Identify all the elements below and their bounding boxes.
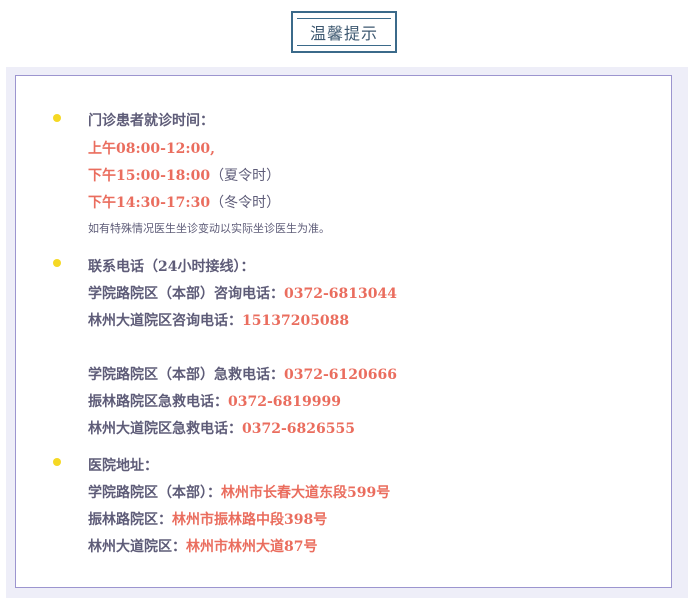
hours-summer-value: 下午15:00-18:00 <box>88 168 211 184</box>
address-label: 学院路院区（本部）： <box>88 485 221 501</box>
title-box: 温馨提示 <box>291 11 397 53</box>
hours-line-morning: 上午08:00-12:00, <box>88 138 215 158</box>
phone-label: 学院路院区（本部）急救电话： <box>88 367 284 383</box>
phone-row: 振林路院区急救电话：0372-6819999 <box>88 391 341 411</box>
phone-number: 0372-6813044 <box>284 286 397 302</box>
hours-line-summer: 下午15:00-18:00（夏令时） <box>88 165 280 185</box>
phone-number: 0372-6819999 <box>228 394 341 410</box>
bullet-dot <box>53 114 61 122</box>
phone-row: 林州大道院区咨询电话：15137205088 <box>88 310 349 330</box>
address-row: 振林路院区：林州市振林路中段398号 <box>88 509 327 529</box>
phone-label: 林州大道院区急救电话： <box>88 421 242 437</box>
phone-heading: 联系电话（24小时接线）： <box>88 259 255 275</box>
phone-number: 0372-6826555 <box>242 421 355 437</box>
phone-row: 林州大道院区急救电话：0372-6826555 <box>88 418 355 438</box>
phone-row: 学院路院区（本部）急救电话：0372-6120666 <box>88 364 397 384</box>
address-label: 振林路院区： <box>88 512 172 528</box>
hours-winter-suffix: （冬令时） <box>210 195 281 211</box>
address-value: 林州市林州大道87号 <box>186 539 318 555</box>
phone-label: 学院路院区（本部）咨询电话： <box>88 286 284 302</box>
hours-note: 如有特殊情况医生坐诊变动以实际坐诊医生为准。 <box>88 222 330 235</box>
hours-summer-suffix: （夏令时） <box>210 168 281 184</box>
phone-row: 学院路院区（本部）咨询电话：0372-6813044 <box>88 283 397 303</box>
address-heading: 医院地址： <box>88 458 158 474</box>
phone-label: 林州大道院区咨询电话： <box>88 313 242 329</box>
bullet-dot <box>53 259 61 267</box>
address-row: 学院路院区（本部）：林州市长春大道东段599号 <box>88 482 390 502</box>
hours-morning-value: 上午08:00-12:00, <box>88 141 215 157</box>
bullet-dot <box>53 458 61 466</box>
hours-line-winter: 下午14:30-17:30（冬令时） <box>88 192 280 212</box>
phone-label: 振林路院区急救电话： <box>88 394 228 410</box>
phone-number: 15137205088 <box>242 313 350 329</box>
address-label: 林州大道院区： <box>88 539 186 555</box>
phone-number: 0372-6120666 <box>284 367 397 383</box>
address-value: 林州市振林路中段398号 <box>172 512 328 528</box>
address-value: 林州市长春大道东段599号 <box>221 485 391 501</box>
hours-heading: 门诊患者就诊时间： <box>88 113 214 129</box>
address-row: 林州大道院区：林州市林州大道87号 <box>88 536 317 556</box>
hours-winter-value: 下午14:30-17:30 <box>88 195 211 211</box>
page-title: 温馨提示 <box>297 18 391 46</box>
